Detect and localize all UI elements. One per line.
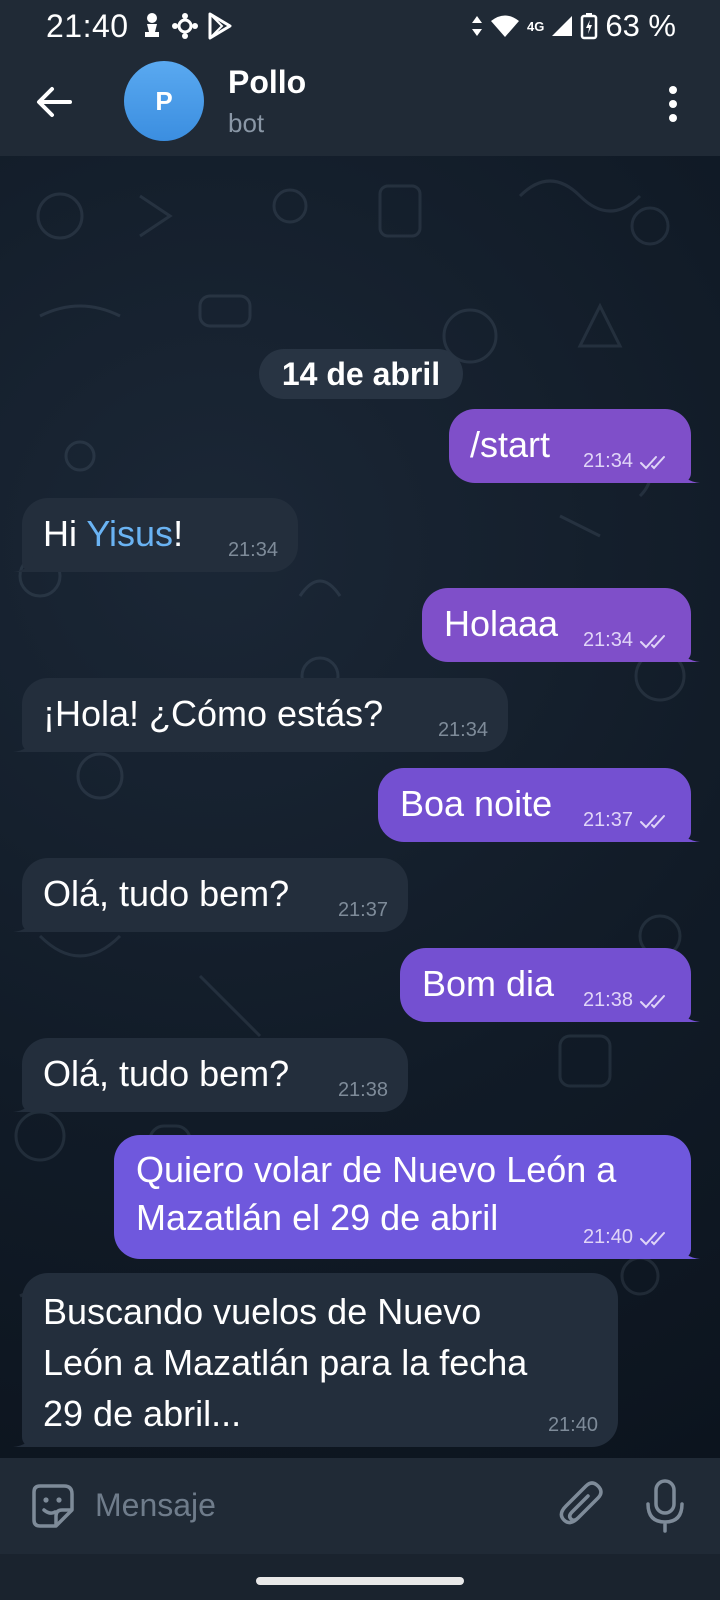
bubble-tail [680, 646, 700, 662]
message-text: /start [470, 424, 551, 465]
bubble-tail [680, 467, 700, 483]
status-bar: 21:40 4G 63 % [0, 0, 720, 52]
message-input[interactable] [95, 1480, 525, 1530]
more-dot [669, 114, 677, 122]
message-time: 21:38 [582, 989, 633, 1011]
message-time: 21:38 [337, 1079, 388, 1101]
more-dot [669, 86, 677, 94]
message-meta: 21:34 [228, 539, 278, 562]
message-meta: 21:38 [583, 989, 671, 1012]
message-text-suffix: ! [173, 513, 184, 554]
status-time: 21:40 [46, 7, 129, 44]
system-navigation-bar [0, 1554, 720, 1600]
outgoing-message[interactable]: Boa noite 21:37 [378, 768, 700, 842]
outgoing-message[interactable]: Bom dia 21:38 [400, 948, 700, 1022]
message-text-line: 29 de abril... [43, 1393, 242, 1434]
outgoing-message[interactable]: /start 21:34 [449, 409, 700, 483]
incoming-message[interactable]: Olá, tudo bem? 21:38 [13, 1038, 408, 1112]
battery-charging-icon [581, 13, 598, 40]
incoming-message[interactable]: Hi Yisus! 21:34 [13, 498, 298, 572]
attach-button[interactable] [556, 1480, 608, 1532]
chat-subtitle: bot [228, 108, 265, 138]
message-meta: 21:34 [438, 719, 488, 742]
message-meta: 21:34 [583, 629, 671, 652]
outgoing-message[interactable]: Holaaa 21:34 [422, 588, 700, 662]
message-text-line: Mazatlán el 29 de abril [136, 1197, 499, 1238]
message-meta: 21:40 [548, 1414, 598, 1437]
more-options-button[interactable] [648, 76, 698, 132]
message-text-line: Quiero volar de Nuevo León a [136, 1149, 617, 1190]
message-text: Boa noite [400, 783, 553, 824]
message-time: 21:40 [547, 1414, 598, 1436]
avatar[interactable]: P [124, 61, 204, 141]
settings-flower-icon [171, 13, 198, 39]
message-text: ¡Hola! ¿Cómo estás? [43, 693, 384, 734]
message-text: Olá, tudo bem? [43, 873, 290, 914]
message-time: 21:40 [582, 1226, 633, 1248]
message-time: 21:34 [582, 450, 633, 472]
chat-title[interactable]: Pollo [228, 64, 306, 101]
wifi-icon [490, 15, 519, 37]
message-meta: 21:37 [583, 809, 671, 832]
date-separator: 14 de abril [259, 349, 463, 399]
double-check-icon [640, 455, 665, 469]
arrow-left-icon [37, 87, 72, 117]
message-text: Hi Yisus! [43, 510, 183, 558]
message-time: 21:37 [582, 809, 633, 831]
bubble-tail [13, 916, 33, 932]
message-time: 21:34 [582, 629, 633, 651]
message-text-line: León a Mazatlán para la fecha [43, 1342, 528, 1383]
bubble-tail [13, 1431, 33, 1447]
paperclip-icon [559, 1481, 603, 1525]
back-button[interactable] [26, 74, 82, 130]
message-time: 21:37 [337, 899, 388, 921]
data-arrows-icon [471, 16, 482, 36]
battery-percent: 63 % [605, 8, 676, 43]
sticker-emoji-button[interactable] [28, 1482, 76, 1530]
bubble-tail [13, 736, 33, 752]
message-text: Holaaa [444, 603, 559, 644]
network-type: 4G [526, 18, 545, 34]
more-dot [669, 100, 677, 108]
double-check-icon [640, 634, 665, 648]
double-check-icon [640, 1231, 665, 1245]
message-text: Olá, tudo bem? [43, 1053, 290, 1094]
incoming-message[interactable]: Buscando vuelos de Nuevo León a Mazatlán… [13, 1273, 618, 1447]
play-store-icon [208, 12, 232, 40]
double-check-icon [640, 994, 665, 1008]
message-text: Bom dia [422, 963, 555, 1004]
message-meta: 21:40 [583, 1226, 671, 1249]
bubble-tail [680, 1243, 700, 1259]
bubble-tail [680, 826, 700, 842]
incoming-message[interactable]: Olá, tudo bem? 21:37 [13, 858, 408, 932]
double-check-icon [640, 814, 665, 828]
bubble-tail [680, 1006, 700, 1022]
message-meta: 21:34 [583, 450, 671, 473]
home-gesture-handle[interactable] [256, 1577, 464, 1585]
chat-history[interactable]: 14 de abril /start 21:34 Hi Yisus! 21:34… [0, 156, 720, 1458]
user-mention-link[interactable]: Yisus [86, 513, 173, 554]
message-text-line: Buscando vuelos de Nuevo [43, 1291, 482, 1332]
message-time: 21:34 [437, 719, 488, 741]
sticker-smile-icon [32, 1484, 74, 1528]
incoming-message[interactable]: ¡Hola! ¿Cómo estás? 21:34 [13, 678, 508, 752]
bubble-tail [13, 556, 33, 572]
chess-pawn-icon [144, 13, 159, 37]
message-time: 21:34 [227, 539, 278, 561]
bubble-tail [13, 1096, 33, 1112]
message-meta: 21:37 [338, 899, 388, 922]
message-meta: 21:38 [338, 1079, 388, 1102]
signal-icon [552, 16, 573, 36]
message-composer [0, 1458, 720, 1554]
outgoing-message[interactable]: Quiero volar de Nuevo León a Mazatlán el… [114, 1135, 700, 1259]
voice-record-button[interactable] [640, 1478, 690, 1534]
message-text-prefix: Hi [43, 513, 87, 554]
microphone-icon [646, 1479, 684, 1533]
chat-header: P Pollo bot [0, 52, 720, 156]
